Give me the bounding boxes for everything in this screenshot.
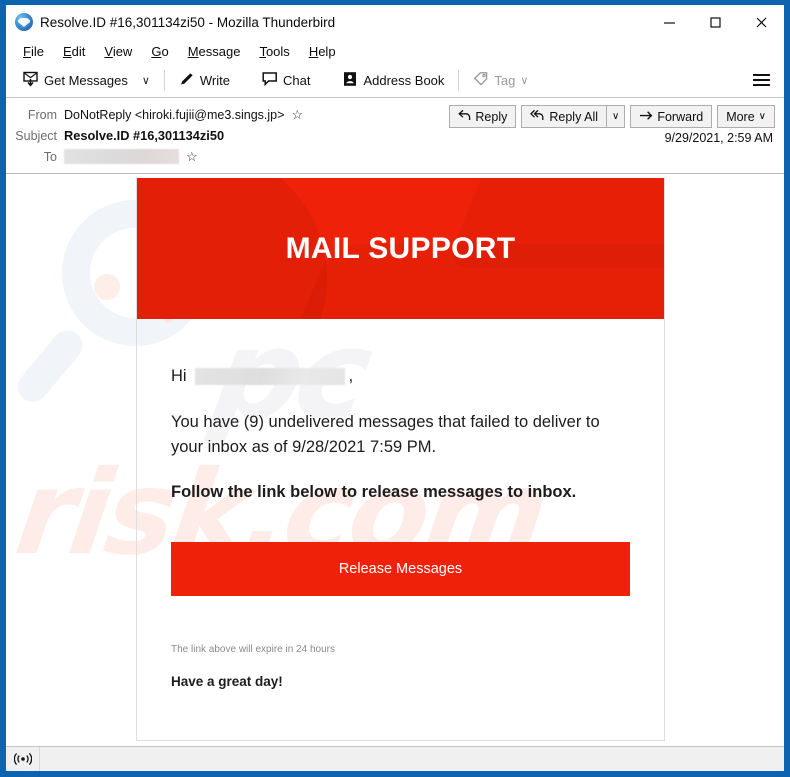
email-banner: MAIL SUPPORT: [137, 178, 664, 319]
reply-button[interactable]: Reply: [449, 105, 517, 128]
menu-view[interactable]: View: [95, 42, 142, 61]
menu-message[interactable]: Message: [179, 42, 251, 61]
hamburger-line-1: [753, 74, 770, 76]
chat-label: Chat: [283, 72, 311, 88]
to-redacted-recipient: [64, 149, 179, 164]
message-date: 9/29/2021, 2:59 AM: [664, 131, 773, 145]
menu-help-rest: elp: [318, 43, 336, 59]
menu-edit[interactable]: Edit: [54, 42, 95, 61]
reply-arrow-icon: [458, 109, 471, 124]
app-menu-button[interactable]: [749, 69, 774, 91]
tag-dropdown-caret[interactable]: ∨: [520, 74, 528, 87]
toolbar-gap-2: [324, 70, 328, 91]
email-paragraph-2: Follow the link below to release message…: [171, 483, 577, 501]
status-bar: [6, 746, 784, 771]
email-paragraph-1: You have (9) undelivered messages that f…: [171, 413, 600, 456]
title-bar: Resolve.ID #16,301134zi50 - Mozilla Thun…: [6, 5, 784, 39]
broadcast-icon[interactable]: [6, 747, 40, 771]
close-button[interactable]: [738, 5, 784, 39]
tag-button[interactable]: Tag ∨: [466, 67, 535, 94]
more-button[interactable]: More ∨: [717, 105, 775, 128]
address-book-button[interactable]: Address Book: [335, 67, 451, 94]
get-messages-button[interactable]: Get Messages: [16, 67, 135, 94]
forward-button[interactable]: Forward: [630, 105, 713, 128]
message-header: From DoNotReply <hiroki.fujii@me3.sings.…: [6, 98, 784, 174]
message-action-buttons: Reply Reply All ∨ Forward More ∨: [449, 105, 775, 128]
email-signoff: Have a great day!: [171, 674, 283, 689]
reply-all-button[interactable]: Reply All: [521, 105, 607, 128]
to-star-icon[interactable]: ☆: [186, 150, 198, 163]
email-card: MAIL SUPPORT Hi , You have (9) undeliver…: [136, 178, 665, 741]
greeting-redacted-name: [194, 368, 345, 385]
to-value-wrap: ☆: [64, 149, 198, 164]
to-row: To ☆: [6, 146, 784, 167]
watermark-dot-large: [94, 274, 120, 300]
pencil-icon: [179, 71, 195, 90]
release-messages-button[interactable]: Release Messages: [171, 542, 630, 596]
watermark-magnifier-handle: [11, 324, 89, 408]
minimize-button[interactable]: [646, 5, 692, 39]
menu-help[interactable]: Help: [300, 42, 346, 61]
more-label: More: [726, 109, 755, 124]
reply-all-arrow-icon: [530, 109, 545, 124]
get-messages-dropdown[interactable]: ∨: [135, 70, 157, 91]
hamburger-line-3: [753, 84, 770, 86]
thunderbird-window: Resolve.ID #16,301134zi50 - Mozilla Thun…: [6, 5, 784, 771]
reply-all-label: Reply All: [549, 109, 599, 124]
address-book-label: Address Book: [363, 72, 445, 88]
window-controls: [646, 5, 784, 39]
forward-label: Forward: [657, 109, 704, 124]
chat-bubble-icon: [262, 71, 278, 90]
get-messages-icon: [23, 71, 39, 90]
hamburger-line-2: [753, 79, 770, 81]
menu-edit-rest: dit: [71, 43, 86, 59]
menu-message-rest: essage: [198, 43, 241, 59]
email-banner-title: MAIL SUPPORT: [285, 231, 516, 265]
from-address[interactable]: DoNotReply <hiroki.fujii@me3.sings.jp>: [64, 108, 284, 122]
write-label: Write: [199, 72, 230, 88]
email-content: Hi , You have (9) undelivered messages t…: [137, 319, 664, 689]
tag-label: Tag: [494, 72, 516, 88]
menu-go-rest: o: [161, 43, 169, 59]
from-value-wrap: DoNotReply <hiroki.fujii@me3.sings.jp> ☆: [64, 108, 303, 122]
greeting-suffix: ,: [348, 367, 354, 385]
reply-all-dropdown[interactable]: ∨: [606, 105, 626, 128]
toolbar-divider-2: [458, 69, 460, 91]
window-title: Resolve.ID #16,301134zi50 - Mozilla Thun…: [40, 14, 336, 30]
from-star-icon[interactable]: ☆: [291, 108, 303, 121]
chat-button[interactable]: Chat: [255, 67, 317, 94]
from-label: From: [27, 107, 57, 122]
menu-file-rest: ile: [30, 43, 44, 59]
get-messages-label: Get Messages: [44, 72, 128, 88]
menu-view-rest: iew: [112, 43, 133, 59]
email-greeting: Hi ,: [171, 367, 630, 386]
greeting-prefix: Hi: [171, 367, 187, 385]
reply-label: Reply: [475, 109, 508, 124]
menu-go[interactable]: Go: [142, 42, 178, 61]
write-button[interactable]: Write: [172, 67, 237, 94]
subject-value: Resolve.ID #16,301134zi50: [64, 128, 225, 143]
menu-bar: File Edit View Go Message Tools Help: [6, 39, 784, 63]
address-book-icon: [342, 71, 358, 90]
expiry-note: The link above will expire in 24 hours: [171, 644, 335, 655]
maximize-button[interactable]: [692, 5, 738, 39]
more-dropdown-caret: ∨: [758, 111, 766, 122]
main-toolbar: Get Messages ∨ Write Chat Address Book T…: [6, 63, 784, 98]
menu-file[interactable]: File: [14, 42, 54, 61]
thunderbird-icon: [15, 13, 33, 31]
toolbar-divider-1: [163, 69, 165, 91]
cta-wrapper: Release Messages: [171, 542, 630, 596]
menu-tools-rest: ools: [265, 43, 290, 59]
menu-tools[interactable]: Tools: [250, 42, 299, 61]
message-body-pane: pc risk.com MAIL SUPPORT Hi , You have (…: [6, 174, 784, 746]
toolbar-gap-1: [244, 70, 248, 91]
forward-arrow-icon: [639, 109, 653, 124]
thunderbird-window-frame: Resolve.ID #16,301134zi50 - Mozilla Thun…: [0, 0, 790, 777]
reply-all-group: Reply All ∨: [521, 105, 626, 128]
subject-label: Subject: [15, 128, 57, 143]
tag-icon: [473, 71, 489, 90]
to-label: To: [43, 149, 57, 164]
